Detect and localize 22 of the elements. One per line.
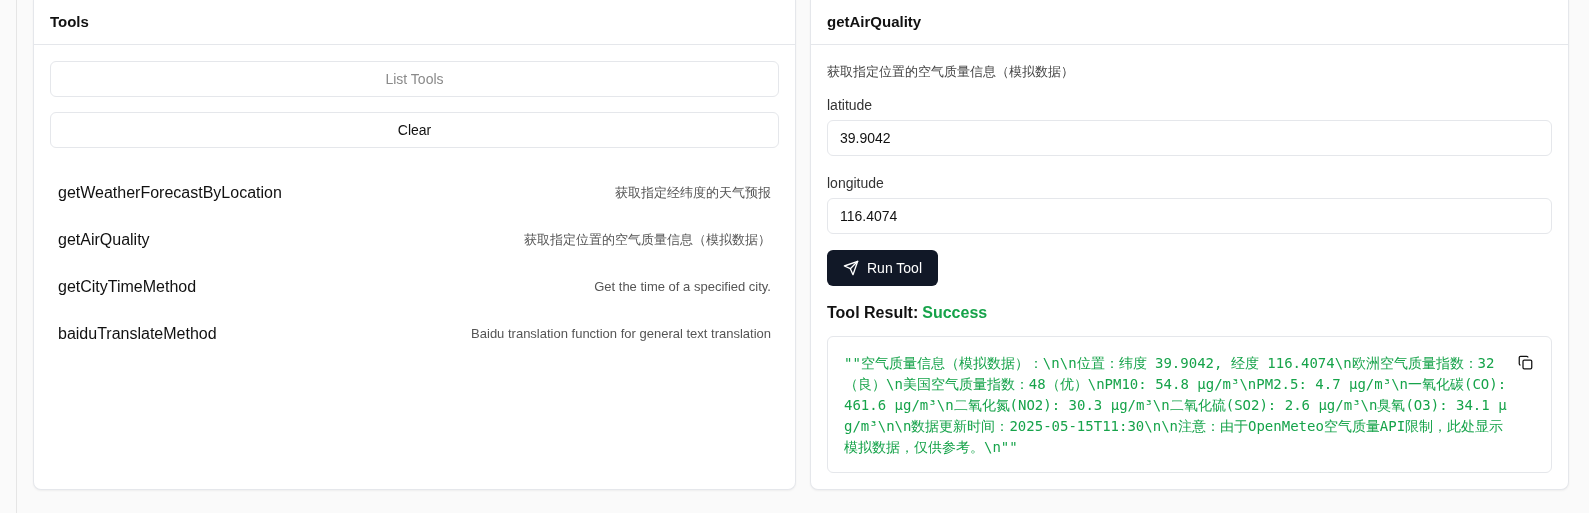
send-icon (843, 260, 859, 276)
tool-name[interactable]: getAirQuality (58, 230, 150, 249)
card-title: getAirQuality (827, 13, 922, 30)
field-label: longitude (827, 175, 885, 191)
run-tool-button[interactable]: Run Tool (827, 250, 938, 286)
tool-description: Get the time of a specified city. (594, 279, 771, 294)
copy-icon[interactable] (1518, 355, 1533, 370)
input-field[interactable]: 39.9042 (827, 120, 1552, 156)
field-label: latitude (827, 97, 874, 113)
input-field[interactable]: 116.4074 (827, 198, 1552, 234)
tool-description: 获取指定位置的空气质量信息（模拟数据） (524, 230, 771, 249)
tool-name[interactable]: getWeatherForecastByLocation (58, 183, 282, 202)
tool-description: 获取指定位置的空气质量信息（模拟数据） (827, 63, 1075, 81)
result-output: ""空气质量信息（模拟数据）：\n\n位置：纬度 39.9042, 经度 116.4074\n欧洲空气质量指数：32（良）\n美国空气质量指数：48（优）\nPM10: 54.8 μg/m³\nPM2.5: 4.7 μg/m³\n一氧化碳(CO): 461.6 μg/m³\n二氧化氮(NO2): 30.3 μg/m³\n二氧化硫(SO2): 2.6 μg/m³\n臭氧(O3): 34.1 μg/m³\n\n数据更新时间：2025-05-15T11:30\n\n注意：由于OpenMeteo空气质量API限制，此处显示模拟数据，仅供参考。\n"" (844, 354, 1508, 457)
tool-name[interactable]: getCityTimeMethod (58, 277, 197, 296)
result-status: Success (922, 304, 988, 322)
card-title: Tools (50, 13, 89, 30)
tool-description: Baidu translation function for general text translation (471, 326, 771, 341)
tool-name[interactable]: baiduTranslateMethod (58, 324, 217, 343)
result-label: Tool Result: (827, 304, 919, 322)
tool-description: 获取指定经纬度的天气预报 (615, 183, 771, 202)
clear-button[interactable]: Clear (50, 112, 779, 148)
